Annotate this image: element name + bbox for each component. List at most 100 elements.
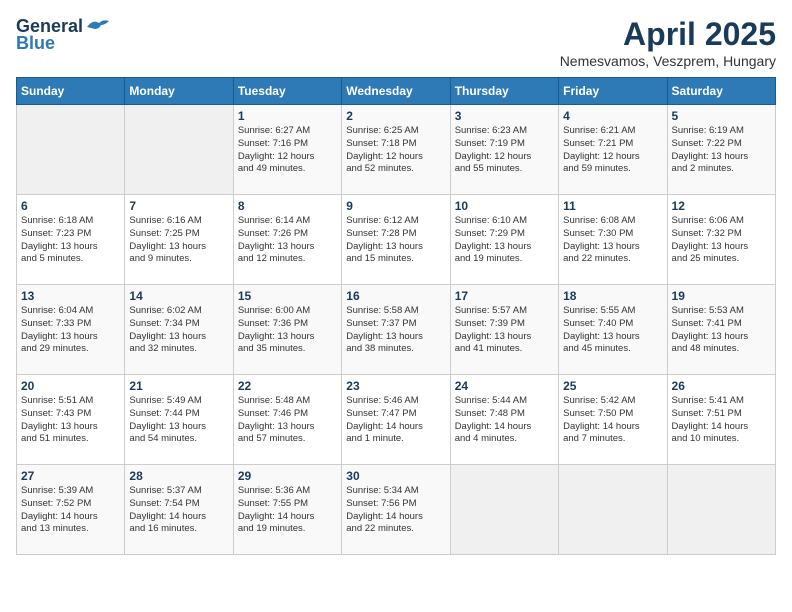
day-number: 6 <box>21 199 120 213</box>
day-header: Friday <box>559 78 667 105</box>
day-number: 14 <box>129 289 228 303</box>
day-number: 13 <box>21 289 120 303</box>
day-info: Sunrise: 6:12 AM Sunset: 7:28 PM Dayligh… <box>346 215 445 266</box>
day-number: 21 <box>129 379 228 393</box>
day-info: Sunrise: 5:49 AM Sunset: 7:44 PM Dayligh… <box>129 395 228 446</box>
table-row: 24 Sunrise: 5:44 AM Sunset: 7:48 PM Dayli… <box>450 375 558 465</box>
day-info: Sunrise: 6:19 AM Sunset: 7:22 PM Dayligh… <box>672 125 771 176</box>
day-number: 15 <box>238 289 337 303</box>
day-number: 19 <box>672 289 771 303</box>
day-info: Sunrise: 5:36 AM Sunset: 7:55 PM Dayligh… <box>238 485 337 536</box>
day-info: Sunrise: 6:02 AM Sunset: 7:34 PM Dayligh… <box>129 305 228 356</box>
day-info: Sunrise: 6:00 AM Sunset: 7:36 PM Dayligh… <box>238 305 337 356</box>
day-number: 22 <box>238 379 337 393</box>
day-number: 2 <box>346 109 445 123</box>
day-info: Sunrise: 5:48 AM Sunset: 7:46 PM Dayligh… <box>238 395 337 446</box>
table-row <box>17 105 125 195</box>
table-row: 4 Sunrise: 6:21 AM Sunset: 7:21 PM Daylig… <box>559 105 667 195</box>
day-number: 1 <box>238 109 337 123</box>
day-number: 10 <box>455 199 554 213</box>
day-number: 25 <box>563 379 662 393</box>
week-row: 6 Sunrise: 6:18 AM Sunset: 7:23 PM Daylig… <box>17 195 776 285</box>
day-number: 29 <box>238 469 337 483</box>
table-row <box>450 465 558 555</box>
calendar-table: SundayMondayTuesdayWednesdayThursdayFrid… <box>16 77 776 555</box>
day-number: 11 <box>563 199 662 213</box>
table-row: 16 Sunrise: 5:58 AM Sunset: 7:37 PM Dayli… <box>342 285 450 375</box>
location: Nemesvamos, Veszprem, Hungary <box>560 53 776 69</box>
table-row: 28Sunrise: 5:37 AM Sunset: 7:54 PM Dayli… <box>125 465 233 555</box>
day-info: Sunrise: 6:10 AM Sunset: 7:29 PM Dayligh… <box>455 215 554 266</box>
table-row: 23 Sunrise: 5:46 AM Sunset: 7:47 PM Dayli… <box>342 375 450 465</box>
table-row: 10 Sunrise: 6:10 AM Sunset: 7:29 PM Dayli… <box>450 195 558 285</box>
day-info: Sunrise: 6:14 AM Sunset: 7:26 PM Dayligh… <box>238 215 337 266</box>
day-number: 16 <box>346 289 445 303</box>
day-info: Sunrise: 6:04 AM Sunset: 7:33 PM Dayligh… <box>21 305 120 356</box>
day-info: Sunrise: 5:58 AM Sunset: 7:37 PM Dayligh… <box>346 305 445 356</box>
day-info: Sunrise: 5:55 AM Sunset: 7:40 PM Dayligh… <box>563 305 662 356</box>
day-info: Sunrise: 5:46 AM Sunset: 7:47 PM Dayligh… <box>346 395 445 446</box>
logo: General Blue <box>16 16 111 54</box>
day-number: 28 <box>129 469 228 483</box>
day-header: Saturday <box>667 78 775 105</box>
logo-bird-icon <box>85 17 111 37</box>
day-number: 5 <box>672 109 771 123</box>
day-info: Sunrise: 5:53 AM Sunset: 7:41 PM Dayligh… <box>672 305 771 356</box>
table-row: 21 Sunrise: 5:49 AM Sunset: 7:44 PM Dayli… <box>125 375 233 465</box>
table-row: 9 Sunrise: 6:12 AM Sunset: 7:28 PM Daylig… <box>342 195 450 285</box>
header-row: SundayMondayTuesdayWednesdayThursdayFrid… <box>17 78 776 105</box>
table-row: 17 Sunrise: 5:57 AM Sunset: 7:39 PM Dayli… <box>450 285 558 375</box>
table-row: 11 Sunrise: 6:08 AM Sunset: 7:30 PM Dayli… <box>559 195 667 285</box>
table-row: 6 Sunrise: 6:18 AM Sunset: 7:23 PM Daylig… <box>17 195 125 285</box>
day-info: Sunrise: 5:41 AM Sunset: 7:51 PM Dayligh… <box>672 395 771 446</box>
table-row: 29 Sunrise: 5:36 AM Sunset: 7:55 PM Dayli… <box>233 465 341 555</box>
month-title: April 2025 <box>560 16 776 53</box>
day-info: Sunrise: 5:44 AM Sunset: 7:48 PM Dayligh… <box>455 395 554 446</box>
day-info: Sunrise: 5:42 AM Sunset: 7:50 PM Dayligh… <box>563 395 662 446</box>
day-info: Sunrise: 5:57 AM Sunset: 7:39 PM Dayligh… <box>455 305 554 356</box>
day-info: Sunrise: 6:16 AM Sunset: 7:25 PM Dayligh… <box>129 215 228 266</box>
week-row: 27Sunrise: 5:39 AM Sunset: 7:52 PM Dayli… <box>17 465 776 555</box>
day-number: 8 <box>238 199 337 213</box>
table-row: 2 Sunrise: 6:25 AM Sunset: 7:18 PM Daylig… <box>342 105 450 195</box>
table-row: 30 Sunrise: 5:34 AM Sunset: 7:56 PM Dayli… <box>342 465 450 555</box>
table-row: 22 Sunrise: 5:48 AM Sunset: 7:46 PM Dayli… <box>233 375 341 465</box>
table-row: 3Sunrise: 6:23 AM Sunset: 7:19 PM Daylig… <box>450 105 558 195</box>
table-row: 20 Sunrise: 5:51 AM Sunset: 7:43 PM Dayli… <box>17 375 125 465</box>
day-info: Sunrise: 6:06 AM Sunset: 7:32 PM Dayligh… <box>672 215 771 266</box>
table-row: 27Sunrise: 5:39 AM Sunset: 7:52 PM Dayli… <box>17 465 125 555</box>
logo-blue-text: Blue <box>16 33 55 54</box>
table-row: 15 Sunrise: 6:00 AM Sunset: 7:36 PM Dayli… <box>233 285 341 375</box>
day-info: Sunrise: 6:25 AM Sunset: 7:18 PM Dayligh… <box>346 125 445 176</box>
day-number: 23 <box>346 379 445 393</box>
day-number: 9 <box>346 199 445 213</box>
page-header: General Blue April 2025 Nemesvamos, Vesz… <box>16 16 776 69</box>
day-header: Thursday <box>450 78 558 105</box>
table-row: 25 Sunrise: 5:42 AM Sunset: 7:50 PM Dayli… <box>559 375 667 465</box>
table-row: 7 Sunrise: 6:16 AM Sunset: 7:25 PM Daylig… <box>125 195 233 285</box>
day-number: 12 <box>672 199 771 213</box>
day-number: 30 <box>346 469 445 483</box>
table-row: 13 Sunrise: 6:04 AM Sunset: 7:33 PM Dayli… <box>17 285 125 375</box>
day-number: 20 <box>21 379 120 393</box>
day-info: Sunrise: 6:21 AM Sunset: 7:21 PM Dayligh… <box>563 125 662 176</box>
day-number: 7 <box>129 199 228 213</box>
day-info: Sunrise: 6:23 AM Sunset: 7:19 PM Dayligh… <box>455 125 554 176</box>
table-row <box>559 465 667 555</box>
table-row: 1Sunrise: 6:27 AM Sunset: 7:16 PM Daylig… <box>233 105 341 195</box>
day-number: 18 <box>563 289 662 303</box>
day-info: Sunrise: 5:51 AM Sunset: 7:43 PM Dayligh… <box>21 395 120 446</box>
day-info: Sunrise: 6:18 AM Sunset: 7:23 PM Dayligh… <box>21 215 120 266</box>
day-number: 24 <box>455 379 554 393</box>
table-row: 14 Sunrise: 6:02 AM Sunset: 7:34 PM Dayli… <box>125 285 233 375</box>
table-row: 19 Sunrise: 5:53 AM Sunset: 7:41 PM Dayli… <box>667 285 775 375</box>
day-info: Sunrise: 6:08 AM Sunset: 7:30 PM Dayligh… <box>563 215 662 266</box>
table-row: 26Sunrise: 5:41 AM Sunset: 7:51 PM Dayli… <box>667 375 775 465</box>
day-number: 17 <box>455 289 554 303</box>
table-row: 8 Sunrise: 6:14 AM Sunset: 7:26 PM Daylig… <box>233 195 341 285</box>
title-block: April 2025 Nemesvamos, Veszprem, Hungary <box>560 16 776 69</box>
day-info: Sunrise: 5:34 AM Sunset: 7:56 PM Dayligh… <box>346 485 445 536</box>
table-row <box>125 105 233 195</box>
day-number: 4 <box>563 109 662 123</box>
day-header: Sunday <box>17 78 125 105</box>
